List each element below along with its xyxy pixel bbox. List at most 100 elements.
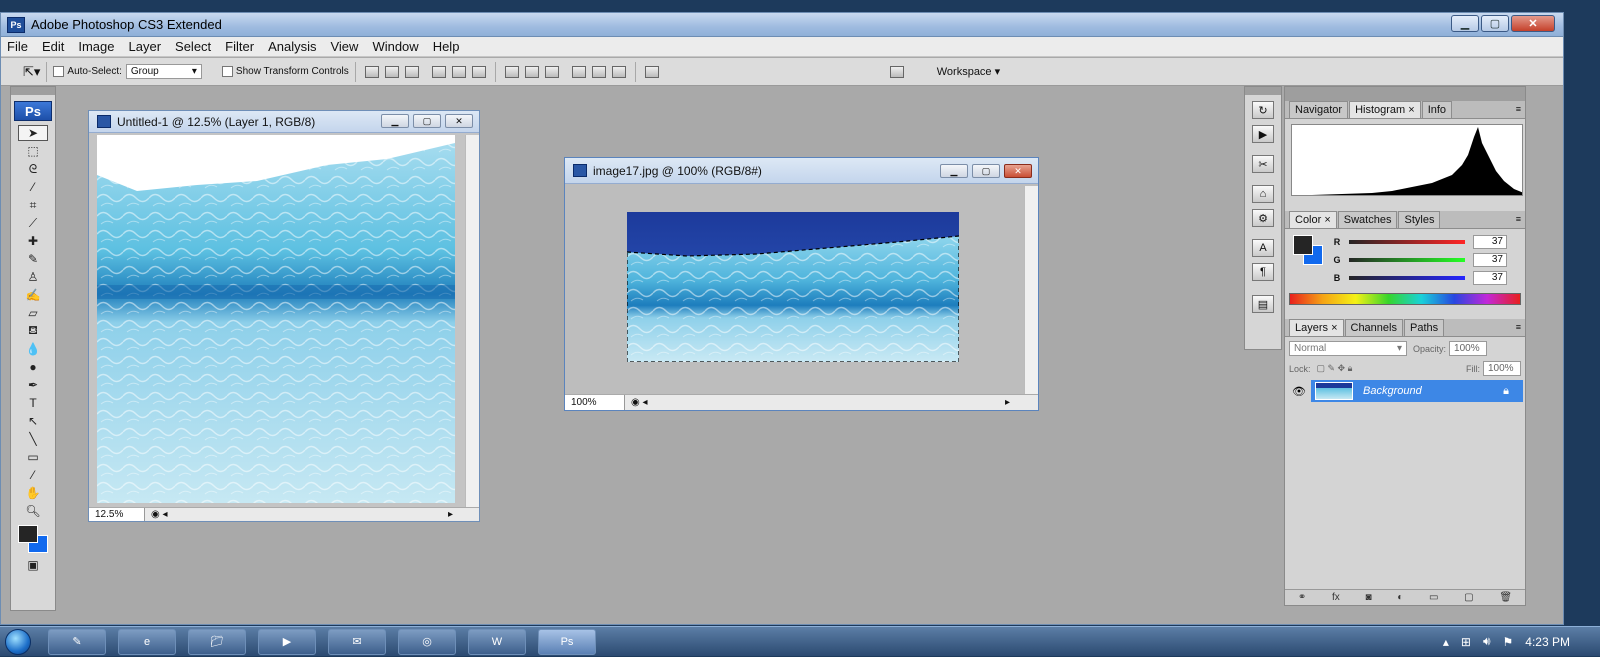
close-button[interactable]: ✕ — [1511, 15, 1555, 32]
document-window-image17[interactable]: image17.jpg @ 100% (RGB/8#) ▁ ▢ ✕ 100% ◉… — [564, 157, 1039, 411]
menu-analysis[interactable]: Analysis — [262, 39, 324, 54]
brushes-panel-icon[interactable]: ⌂ — [1252, 185, 1274, 203]
tab-paths[interactable]: Paths — [1403, 319, 1445, 336]
canvas-untitled[interactable] — [97, 135, 455, 503]
tray-arrow-icon[interactable]: ▴ — [1443, 635, 1449, 649]
eraser-tool-icon[interactable]: ▱ — [18, 305, 48, 321]
opacity-input[interactable]: 100% — [1449, 341, 1488, 356]
green-value-input[interactable]: 37 — [1473, 253, 1507, 267]
fill-input[interactable]: 100% — [1483, 361, 1521, 376]
green-track[interactable] — [1349, 258, 1465, 262]
quick-mask-icon[interactable]: ▣ — [18, 557, 48, 573]
show-transform-checkbox[interactable] — [221, 66, 233, 77]
bridge-icon[interactable] — [889, 65, 904, 78]
menu-select[interactable]: Select — [169, 39, 219, 54]
taskbar-ie-icon[interactable]: e — [118, 628, 176, 655]
link-layers-icon[interactable]: ⚭ — [1298, 592, 1306, 603]
red-value-input[interactable]: 37 — [1473, 235, 1507, 249]
hand-tool-icon[interactable]: ✋ — [18, 485, 48, 501]
pen-tool-icon[interactable]: ✒ — [18, 377, 48, 393]
menu-view[interactable]: View — [324, 39, 366, 54]
new-layer-icon[interactable]: ▢ — [1464, 592, 1473, 603]
tab-layers[interactable]: Layers × — [1289, 319, 1344, 336]
flag-icon[interactable]: ⚑ — [1503, 635, 1514, 649]
red-track[interactable] — [1349, 240, 1465, 244]
distribute-right-icon[interactable] — [611, 65, 626, 78]
actions-panel-icon[interactable]: ▶ — [1252, 125, 1274, 143]
slider-blue[interactable]: B 37 — [1331, 269, 1507, 287]
align-vcenter-icon[interactable] — [384, 65, 399, 78]
taskbar-app-5[interactable]: ✉ — [328, 628, 386, 655]
lock-icons[interactable]: ▢ ✎ ✥ 🔒︎ — [1317, 363, 1353, 374]
path-select-tool-icon[interactable]: ↖ — [18, 413, 48, 429]
vertical-scrollbar[interactable] — [1024, 186, 1038, 394]
align-hcenter-icon[interactable] — [451, 65, 466, 78]
history-brush-tool-icon[interactable]: ✍ — [18, 287, 48, 303]
status-menu-icon[interactable]: ◉ ◂ — [631, 397, 648, 408]
tab-info[interactable]: Info — [1421, 101, 1453, 118]
new-group-icon[interactable]: ▭ — [1429, 592, 1438, 603]
tab-swatches[interactable]: Swatches — [1337, 211, 1398, 228]
dodge-tool-icon[interactable]: ● — [18, 359, 48, 375]
healing-tool-icon[interactable]: ✚ — [18, 233, 48, 249]
layer-comps-icon[interactable]: ▤ — [1252, 295, 1274, 313]
taskbar-chrome-icon[interactable]: ◎ — [398, 628, 456, 655]
menu-edit[interactable]: Edit — [36, 39, 72, 54]
workspace-menu[interactable]: Workspace ▾ — [937, 65, 1000, 78]
panel-menu-icon[interactable]: ≡ — [1516, 104, 1521, 114]
distribute-hcenter-icon[interactable] — [591, 65, 606, 78]
taskbar-media-icon[interactable]: ▶ — [258, 628, 316, 655]
align-right-icon[interactable] — [471, 65, 486, 78]
move-tool-icon[interactable]: ➤ — [18, 125, 48, 141]
slider-green[interactable]: G 37 — [1331, 251, 1507, 269]
start-button[interactable] — [0, 627, 36, 657]
magic-wand-tool-icon[interactable]: ⁄ — [18, 179, 48, 195]
tab-navigator[interactable]: Navigator — [1289, 101, 1349, 118]
menu-window[interactable]: Window — [366, 39, 426, 54]
color-swatches[interactable] — [16, 525, 50, 555]
paint-bucket-tool-icon[interactable]: ⛾ — [18, 323, 48, 339]
vertical-scrollbar[interactable] — [465, 135, 479, 507]
taskbar-photoshop[interactable]: Ps — [538, 628, 596, 655]
auto-select-checkbox[interactable] — [53, 66, 65, 77]
maximize-button[interactable]: ▢ — [1481, 15, 1509, 32]
menu-image[interactable]: Image — [72, 39, 122, 54]
clock[interactable]: 4:23 PM — [1525, 635, 1570, 649]
distribute-left-icon[interactable] — [571, 65, 586, 78]
scroll-right-icon[interactable]: ▸ — [448, 509, 453, 520]
minimize-button[interactable]: ▁ — [1451, 15, 1479, 32]
fx-icon[interactable]: fx — [1332, 592, 1340, 603]
blue-track[interactable] — [1349, 276, 1465, 280]
tab-styles[interactable]: Styles — [1398, 211, 1441, 228]
clone-source-icon[interactable]: ⚙ — [1252, 209, 1274, 227]
panel-menu-icon[interactable]: ≡ — [1516, 322, 1521, 332]
color-panel-swatches[interactable] — [1285, 233, 1329, 269]
adjustment-layer-icon[interactable]: ◐ — [1397, 592, 1403, 603]
type-tool-icon[interactable]: T — [18, 395, 48, 411]
document-window-untitled[interactable]: Untitled-1 @ 12.5% (Layer 1, RGB/8) ▁ ▢ … — [88, 110, 480, 522]
scroll-right-icon[interactable]: ▸ — [1005, 397, 1010, 408]
layer-mask-icon[interactable]: ◙ — [1365, 592, 1371, 603]
auto-select-dropdown[interactable]: Group ▾ — [125, 64, 202, 79]
notes-tool-icon[interactable]: ▭ — [18, 449, 48, 465]
distribute-bottom-icon[interactable] — [544, 65, 559, 78]
menu-layer[interactable]: Layer — [123, 39, 170, 54]
doc-close-button[interactable]: ✕ — [445, 114, 473, 128]
tab-color[interactable]: Color × — [1289, 211, 1337, 228]
zoom-level[interactable]: 100% — [565, 395, 625, 410]
marquee-tool-icon[interactable]: ⬚ — [18, 143, 48, 159]
tab-channels[interactable]: Channels — [1344, 319, 1403, 336]
align-left-icon[interactable] — [431, 65, 446, 78]
distribute-vcenter-icon[interactable] — [524, 65, 539, 78]
canvas-image17[interactable] — [627, 212, 959, 362]
align-top-icon[interactable] — [364, 65, 379, 78]
align-bottom-icon[interactable] — [404, 65, 419, 78]
taskbar-app-1[interactable]: ✎ — [48, 628, 106, 655]
move-tool-preset-icon[interactable]: ⇱▾ — [23, 64, 40, 80]
eye-icon[interactable]: 👁︎ — [1287, 380, 1311, 402]
slider-red[interactable]: R 37 — [1331, 233, 1507, 251]
zoom-tool-icon[interactable]: 🔍︎ — [18, 503, 48, 519]
distribute-top-icon[interactable] — [504, 65, 519, 78]
menu-filter[interactable]: Filter — [219, 39, 262, 54]
zoom-level[interactable]: 12.5% — [89, 508, 145, 521]
